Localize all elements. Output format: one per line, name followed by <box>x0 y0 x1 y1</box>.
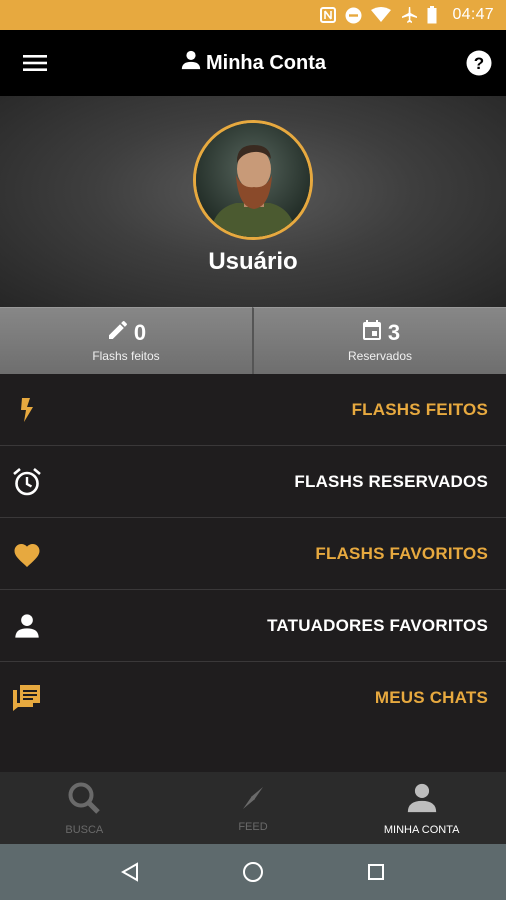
status-bar: 04:47 <box>0 0 506 30</box>
nav-label: FEED <box>238 820 268 833</box>
page-title: Minha Conta <box>180 49 326 77</box>
menu-item-flashs-feitos[interactable]: FLASHS FEITOS <box>0 374 506 446</box>
stat-reservados[interactable]: 3 Reservados <box>252 307 506 374</box>
nfc-icon <box>320 7 337 23</box>
stat-label: Reservados <box>347 349 413 363</box>
heart-icon <box>11 538 43 570</box>
person-icon <box>180 49 202 77</box>
do-not-disturb-icon <box>345 7 362 24</box>
search-icon <box>67 781 101 820</box>
stat-value: 3 <box>387 320 401 345</box>
username: Usuário <box>208 248 298 275</box>
menu-item-label: FLASHS RESERVADOS <box>294 471 488 491</box>
nav-item-feed[interactable]: FEED <box>169 772 338 844</box>
pencil-icon <box>106 318 130 348</box>
chat-icon <box>11 682 43 714</box>
stat-value: 0 <box>133 320 147 345</box>
stat-label: Flashs feitos <box>92 349 160 363</box>
stats-bar: 0 Flashs feitos 3 Reservados <box>0 307 506 374</box>
profile-header: Usuário <box>0 96 506 307</box>
bottom-nav: BUSCA FEED MINHA CONTA <box>0 772 506 844</box>
wifi-icon <box>371 7 392 23</box>
nav-item-minha-conta[interactable]: MINHA CONTA <box>337 772 506 844</box>
airplane-icon <box>400 6 418 24</box>
help-icon[interactable]: ? <box>464 48 494 78</box>
menu-list: FLASHS FEITOS FLASHS RESERVADOS FLASHS F… <box>0 374 506 734</box>
menu-item-flashs-favoritos[interactable]: FLASHS FAVORITOS <box>0 518 506 590</box>
page-title-text: Minha Conta <box>206 51 326 74</box>
menu-item-meus-chats[interactable]: MEUS CHATS <box>0 662 506 734</box>
menu-item-label: MEUS CHATS <box>374 688 488 707</box>
nav-item-busca[interactable]: BUSCA <box>0 772 169 844</box>
system-nav-bar <box>0 844 506 900</box>
status-time: 04:47 <box>452 6 494 23</box>
menu-item-label: TATUADORES FAVORITOS <box>267 615 488 635</box>
menu-icon[interactable] <box>20 48 50 78</box>
nav-label: BUSCA <box>65 823 104 836</box>
app-bar: Minha Conta ? <box>0 30 506 96</box>
compass-icon <box>239 784 267 817</box>
avatar[interactable] <box>193 120 313 240</box>
menu-item-label: FLASHS FEITOS <box>351 399 488 419</box>
stat-flashs-feitos[interactable]: 0 Flashs feitos <box>0 307 252 374</box>
recents-icon[interactable] <box>356 852 396 892</box>
home-icon[interactable] <box>233 852 273 892</box>
alarm-clock-icon <box>11 466 43 498</box>
svg-text:?: ? <box>474 54 484 73</box>
back-icon[interactable] <box>110 852 150 892</box>
menu-item-tatuadores-favoritos[interactable]: TATUADORES FAVORITOS <box>0 590 506 662</box>
lightning-icon <box>11 394 43 426</box>
calendar-icon <box>360 318 384 348</box>
nav-label: MINHA CONTA <box>383 823 460 836</box>
person-icon <box>405 781 439 820</box>
menu-item-label: FLASHS FAVORITOS <box>315 543 488 563</box>
person-icon <box>11 610 43 642</box>
menu-item-flashs-reservados[interactable]: FLASHS RESERVADOS <box>0 446 506 518</box>
battery-icon <box>427 6 437 24</box>
